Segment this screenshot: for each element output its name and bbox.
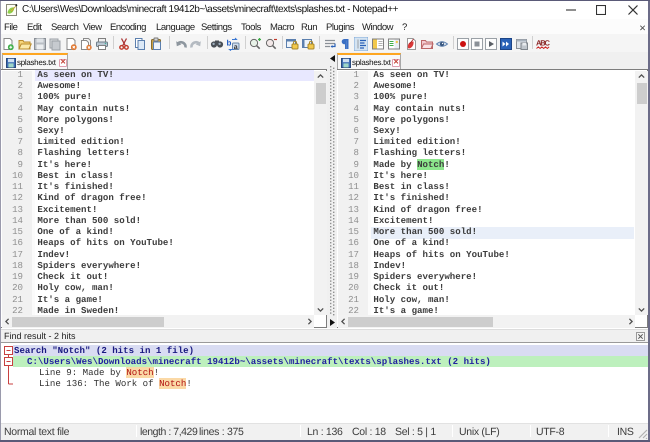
svg-text:ABC: ABC: [536, 39, 550, 48]
svg-text:b: b: [227, 39, 232, 48]
svg-text:a: a: [234, 44, 238, 51]
